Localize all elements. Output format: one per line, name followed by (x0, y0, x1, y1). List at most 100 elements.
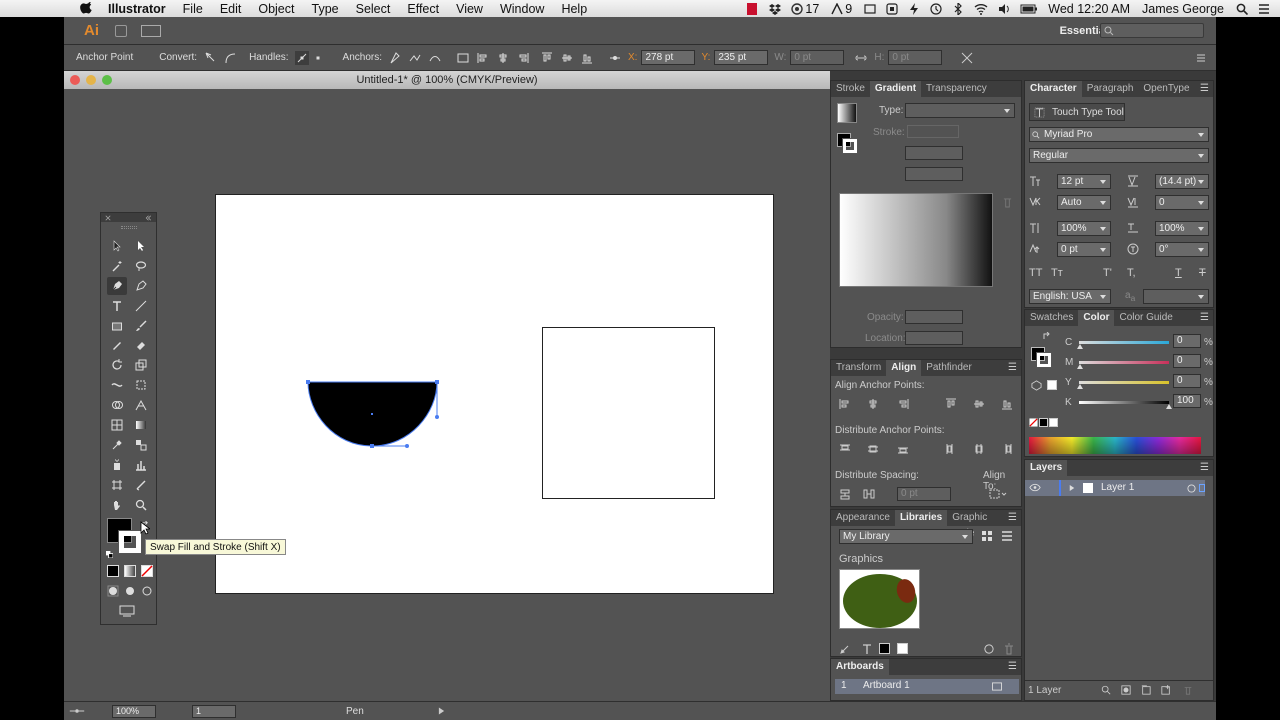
delete-layer-icon[interactable] (1183, 685, 1193, 695)
half-circle-shape[interactable] (306, 379, 442, 451)
baseline-shift-input[interactable]: 0 pt (1057, 242, 1111, 257)
tab-gradient[interactable]: Gradient (869, 81, 922, 97)
out-of-gamut-icon[interactable] (1031, 380, 1042, 391)
canvas[interactable] (64, 89, 830, 701)
width-tool-icon[interactable] (107, 376, 127, 394)
tab-opentype[interactable]: OpenType (1138, 81, 1194, 97)
status-play-icon[interactable] (438, 707, 445, 715)
color-swap-icon[interactable] (1043, 332, 1051, 340)
tab-libraries[interactable]: Libraries (894, 510, 948, 526)
show-handles-icon[interactable] (294, 50, 309, 65)
gradient-stroke-swatch[interactable] (842, 138, 858, 154)
grid-view-icon[interactable] (981, 530, 993, 542)
yellow-slider-knob[interactable] (1077, 384, 1083, 389)
distribute-top-icon[interactable] (839, 443, 851, 455)
apple-icon[interactable] (80, 1, 94, 16)
minimize-window-icon[interactable] (86, 75, 96, 85)
current-tool-status[interactable]: Pen (346, 706, 364, 717)
draw-behind-icon[interactable] (124, 585, 136, 597)
distribute-hcenter-icon[interactable] (973, 443, 985, 455)
add-content-icon[interactable] (839, 643, 851, 655)
width-input[interactable]: 0 pt (790, 50, 845, 65)
horizontal-align-right-icon[interactable] (897, 398, 909, 410)
default-fill-stroke-icon[interactable] (106, 551, 113, 558)
wifi-icon[interactable] (974, 3, 988, 15)
none-color-icon[interactable] (1029, 418, 1038, 427)
black-color-chip[interactable] (1039, 418, 1048, 427)
menu-help[interactable]: Help (561, 2, 587, 16)
bluetooth-icon[interactable] (952, 2, 964, 15)
layer-name[interactable]: Layer 1 (1101, 482, 1134, 493)
menubar-clock[interactable]: Wed 12:20 AM (1048, 2, 1130, 16)
tab-align[interactable]: Align (886, 360, 922, 376)
tab-appearance[interactable]: Appearance (831, 510, 895, 526)
draw-inside-icon[interactable] (141, 585, 153, 597)
stroke-swatch[interactable] (118, 530, 142, 554)
x-coordinate-input[interactable]: 278 pt (641, 50, 696, 65)
distribute-vcenter-icon[interactable] (867, 443, 879, 455)
layer-row[interactable]: Layer 1 (1025, 480, 1205, 496)
magenta-slider-knob[interactable] (1077, 364, 1083, 369)
tab-layers[interactable]: Layers (1025, 460, 1068, 476)
layers-panel-menu-icon[interactable]: ☰ (1195, 460, 1213, 476)
yellow-input[interactable]: 0 (1173, 374, 1201, 388)
perspective-grid-tool-icon[interactable] (131, 396, 151, 414)
curvature-tool-icon[interactable] (131, 277, 151, 295)
pencil-tool-icon[interactable] (107, 336, 127, 354)
reference-point-icon[interactable] (608, 51, 622, 65)
color-spectrum[interactable] (1029, 437, 1201, 454)
screen-icon[interactable] (886, 2, 898, 15)
language-select[interactable]: English: USA (1029, 289, 1111, 304)
align-middle-icon[interactable] (560, 51, 574, 65)
align-to-selection-icon[interactable] (989, 488, 1007, 500)
rectangle-shape[interactable] (542, 327, 715, 499)
distribute-right-icon[interactable] (1001, 443, 1013, 455)
stroke-gradient-options[interactable] (907, 125, 959, 138)
new-layer-icon[interactable] (1161, 685, 1171, 695)
color-stroke-swatch[interactable] (1036, 352, 1052, 368)
height-input[interactable]: 0 pt (888, 50, 943, 65)
column-graph-tool-icon[interactable] (131, 456, 151, 474)
status-menu-icon[interactable] (68, 705, 86, 717)
gradient-thumbnail[interactable] (837, 103, 857, 123)
convert-smooth-icon[interactable] (223, 51, 237, 65)
tab-color-guide[interactable]: Color Guide (1114, 310, 1177, 326)
layer-selected-indicator[interactable] (1199, 484, 1205, 492)
artboard-options-icon[interactable] (991, 682, 1003, 691)
evernote-icon[interactable] (791, 2, 804, 15)
menu-object[interactable]: Object (258, 2, 294, 16)
window-icon[interactable] (864, 3, 876, 15)
magenta-input[interactable]: 0 (1173, 354, 1201, 368)
hand-tool-icon[interactable] (107, 496, 127, 514)
vertical-align-top-icon[interactable] (945, 398, 957, 410)
web-safe-icon[interactable] (1047, 380, 1057, 390)
app-menu-title[interactable]: Illustrator (108, 2, 166, 16)
kerning-input[interactable]: Auto (1057, 195, 1111, 210)
locate-object-icon[interactable] (1101, 685, 1111, 695)
delete-stop-icon[interactable] (1003, 197, 1012, 208)
isolate-icon[interactable] (456, 51, 470, 65)
tab-color[interactable]: Color (1078, 310, 1115, 326)
horizontal-spacing-icon[interactable] (863, 488, 875, 500)
tools-grip[interactable] (121, 226, 137, 229)
tab-transform[interactable]: Transform (831, 360, 886, 376)
small-caps-icon[interactable]: Tт (1051, 267, 1063, 279)
character-rotation-input[interactable]: 0° (1155, 242, 1209, 257)
bridge-icon[interactable] (115, 24, 127, 37)
tab-transparency[interactable]: Transparency (921, 81, 992, 97)
draw-normal-icon[interactable] (107, 585, 119, 597)
zoom-window-icon[interactable] (102, 75, 112, 85)
expand-layer-icon[interactable] (1069, 484, 1075, 492)
layer-target-icon[interactable] (1187, 484, 1196, 493)
artboards-panel-menu-icon[interactable]: ☰ (1003, 659, 1021, 675)
arrange-documents-icon[interactable] (141, 24, 161, 37)
collapse-icon[interactable] (145, 215, 152, 221)
strikethrough-icon[interactable]: T (1199, 267, 1206, 279)
menu-view[interactable]: View (456, 2, 483, 16)
control-menu-icon[interactable] (1194, 51, 1208, 65)
new-sublayer-icon[interactable] (1141, 685, 1151, 695)
visibility-eye-icon[interactable] (1029, 483, 1041, 492)
black-input[interactable]: 100 (1173, 394, 1201, 408)
cyan-slider-knob[interactable] (1077, 344, 1083, 349)
cut-path-icon[interactable] (428, 51, 442, 65)
